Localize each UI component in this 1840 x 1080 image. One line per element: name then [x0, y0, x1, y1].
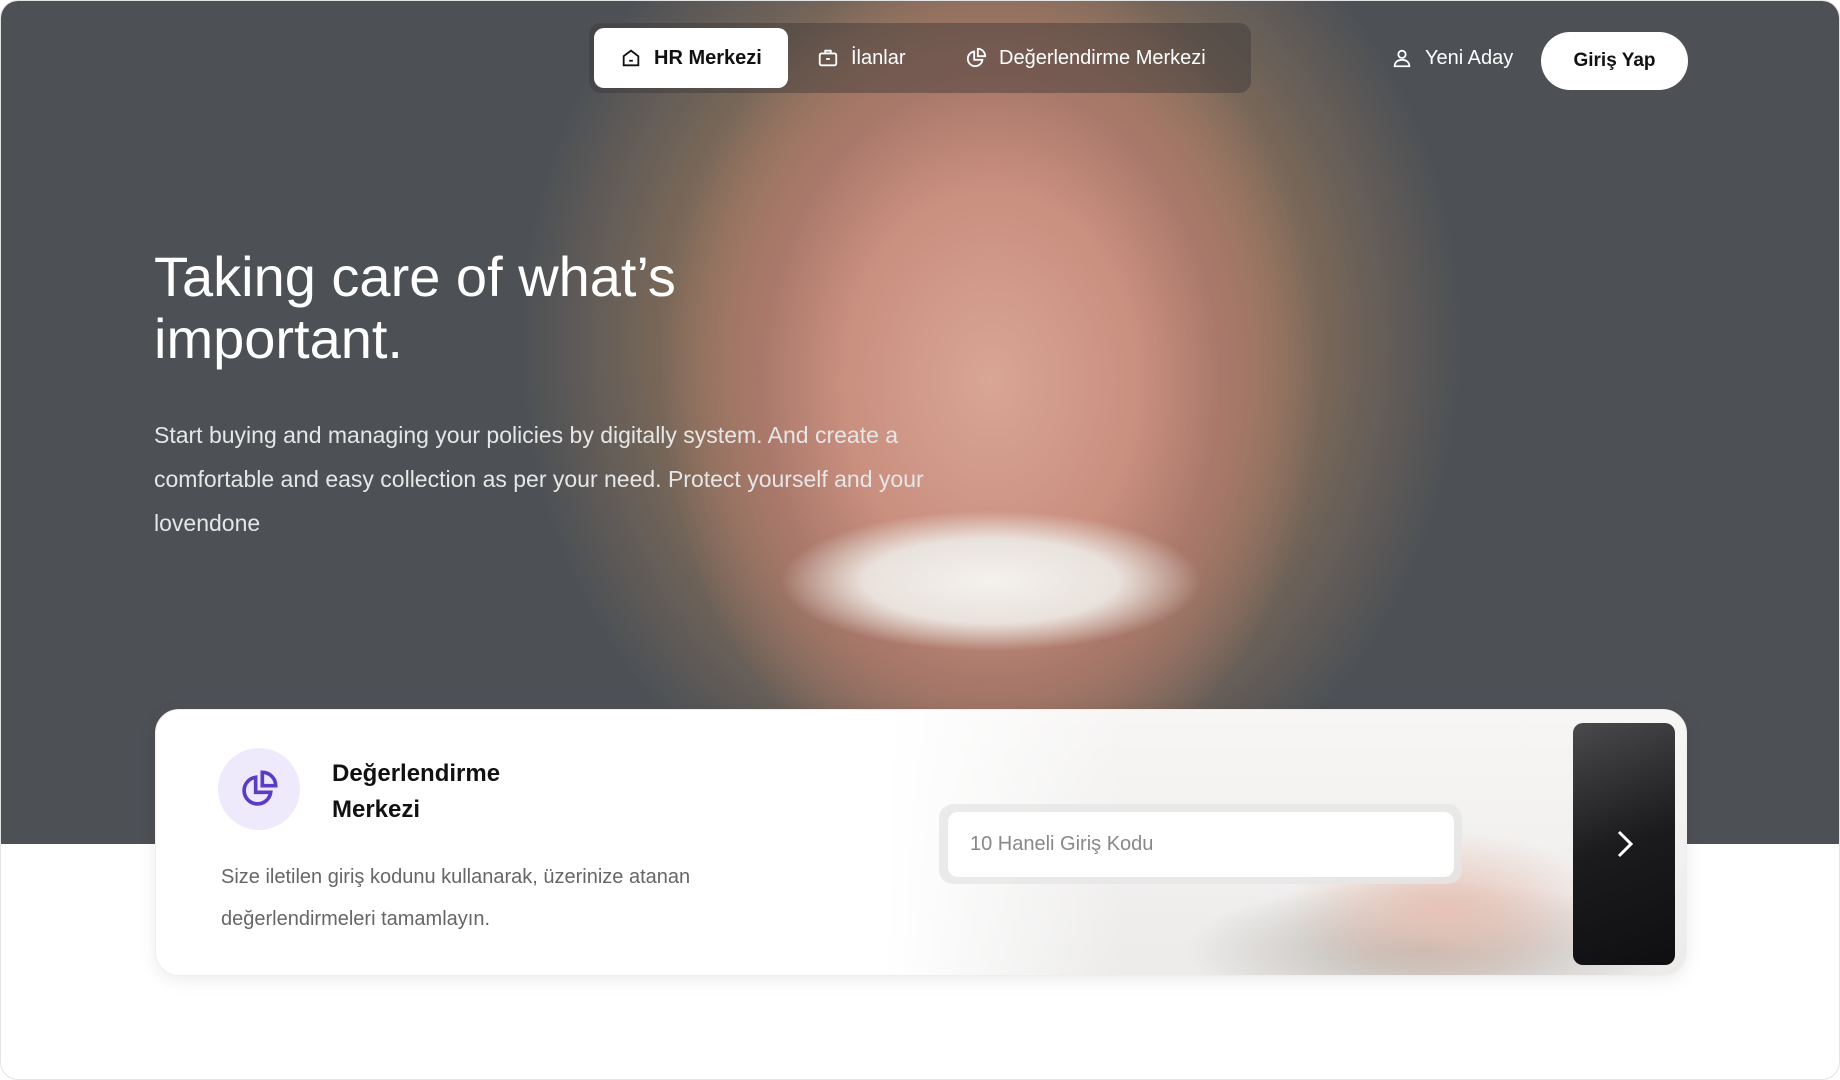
pie-chart-icon [242, 770, 278, 806]
briefcase-icon [818, 49, 838, 67]
pie-chart-icon [966, 47, 987, 68]
submit-code-button[interactable] [1573, 723, 1675, 965]
card-title: Değerlendirme Merkezi [332, 760, 501, 823]
card-icon-circle [218, 748, 300, 830]
hero-title: Taking care of what’s important. [154, 245, 676, 370]
nav-ilanlar[interactable]: İlanlar [791, 28, 931, 88]
new-candidate-link[interactable]: Yeni Aday [1365, 28, 1539, 88]
login-code-input[interactable] [948, 812, 1454, 877]
nav-label: HR Merkezi [654, 46, 762, 69]
nav-label: İlanlar [851, 46, 906, 69]
chevron-right-icon [1617, 830, 1634, 858]
nav-hr-merkezi[interactable]: HR Merkezi [594, 28, 788, 88]
assessment-card: Değerlendirme Merkezi Size iletilen giri… [155, 709, 1687, 976]
home-icon [622, 49, 640, 67]
new-candidate-label: Yeni Aday [1425, 46, 1514, 69]
hero-text: Start buying and managing your policies … [154, 422, 924, 536]
login-button[interactable]: Giriş Yap [1541, 32, 1688, 90]
page: HR Merkezi İlanlar Değerlendirme Merkezi… [0, 0, 1840, 1080]
code-input-wrapper [939, 804, 1462, 884]
user-icon [1393, 49, 1411, 68]
nav-degerlendirme-merkezi[interactable]: Değerlendirme Merkezi [939, 28, 1232, 88]
card-description: Size iletilen giriş kodunu kullanarak, ü… [221, 866, 691, 930]
nav-label: Değerlendirme Merkezi [999, 46, 1206, 69]
